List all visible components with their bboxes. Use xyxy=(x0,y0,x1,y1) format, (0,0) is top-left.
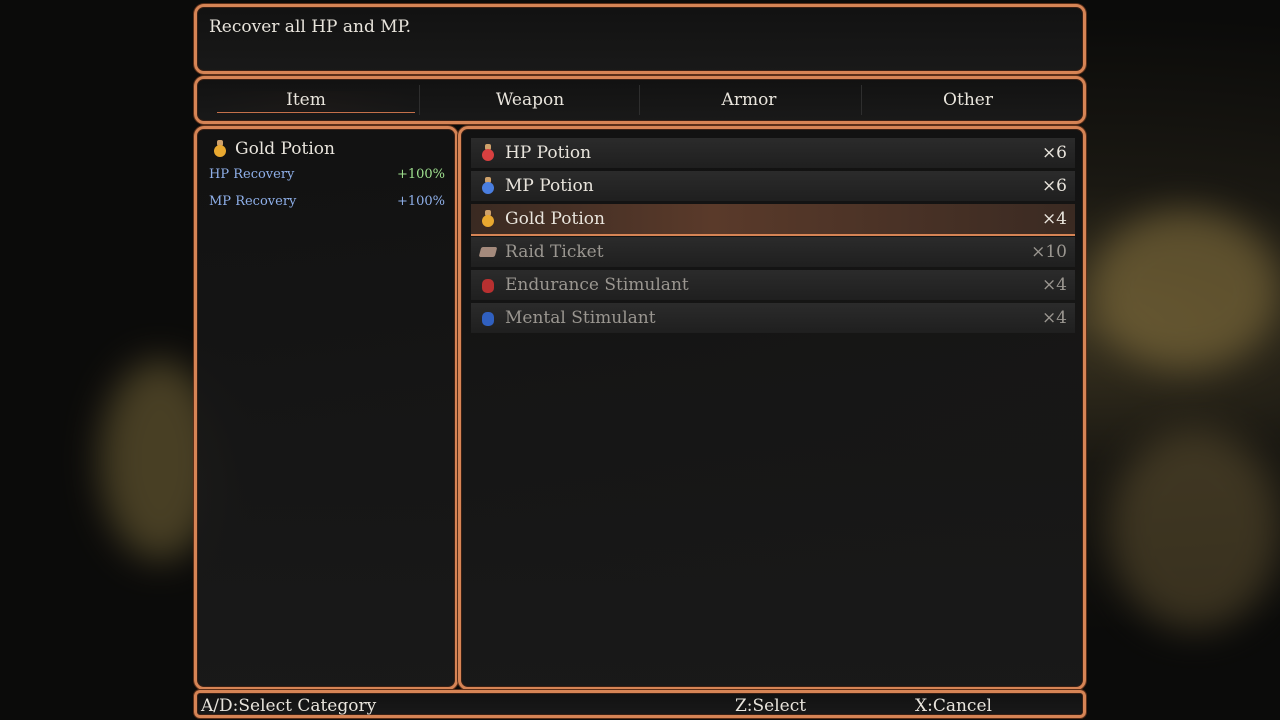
item-quantity: ×6 xyxy=(1041,143,1067,163)
item-name: Endurance Stimulant xyxy=(505,275,689,295)
tab-armor[interactable]: Armor xyxy=(640,79,858,121)
stat-label: HP Recovery xyxy=(209,167,295,182)
stat-row-mp: MP Recovery +100% xyxy=(209,194,445,209)
hint-cancel: X:Cancel xyxy=(915,696,992,716)
stimulant-bottle xyxy=(482,279,494,293)
potion-body xyxy=(482,215,494,227)
tab-label: Item xyxy=(286,90,326,110)
stat-value: +100% xyxy=(396,167,445,182)
background-blob xyxy=(1110,430,1280,630)
potion-body xyxy=(214,145,226,157)
tab-label: Other xyxy=(943,90,993,110)
item-name: MP Potion xyxy=(505,176,594,196)
tab-label: Armor xyxy=(721,90,777,110)
stat-row-hp: HP Recovery +100% xyxy=(209,167,445,182)
potion-body xyxy=(482,182,494,194)
tab-weapon[interactable]: Weapon xyxy=(421,79,639,121)
controls-hint-bar: A/D:Select Category Z:Select X:Cancel xyxy=(194,690,1086,718)
item-name: Raid Ticket xyxy=(505,242,604,262)
endurance-stimulant-icon xyxy=(479,276,497,294)
item-row-hp-potion[interactable]: HP Potion ×6 xyxy=(471,138,1075,168)
tab-item[interactable]: Item xyxy=(197,79,415,121)
item-row-raid-ticket[interactable]: Raid Ticket ×10 xyxy=(471,237,1075,267)
item-row-endurance-stimulant[interactable]: Endurance Stimulant ×4 xyxy=(471,270,1075,300)
hint-select: Z:Select xyxy=(735,696,807,716)
detail-title: Gold Potion xyxy=(211,139,335,159)
item-name: Gold Potion xyxy=(505,209,605,229)
item-quantity: ×10 xyxy=(1031,242,1067,262)
stat-label: MP Recovery xyxy=(209,194,297,209)
item-quantity: ×6 xyxy=(1041,176,1067,196)
item-quantity: ×4 xyxy=(1041,308,1067,328)
hint-select-category: A/D:Select Category xyxy=(201,696,377,716)
stimulant-bottle xyxy=(482,312,494,326)
background-blob xyxy=(1090,210,1280,370)
category-tabs: Item Weapon Armor Other xyxy=(194,76,1086,124)
item-row-mental-stimulant[interactable]: Mental Stimulant ×4 xyxy=(471,303,1075,333)
item-list-window: HP Potion ×6 MP Potion ×6 Gold Potion ×4… xyxy=(458,126,1086,690)
potion-body xyxy=(482,149,494,161)
stat-value: +100% xyxy=(396,194,445,209)
tab-label: Weapon xyxy=(495,90,565,110)
tab-divider xyxy=(419,85,420,115)
item-quantity: ×4 xyxy=(1041,275,1067,295)
item-quantity: ×4 xyxy=(1041,209,1067,229)
item-row-mp-potion[interactable]: MP Potion ×6 xyxy=(471,171,1075,201)
help-window: Recover all HP and MP. xyxy=(194,4,1086,74)
mental-stimulant-icon xyxy=(479,309,497,327)
raid-ticket-icon xyxy=(478,243,498,261)
item-detail-window: Gold Potion HP Recovery +100% MP Recover… xyxy=(194,126,458,690)
gold-potion-icon xyxy=(479,210,497,228)
detail-item-name: Gold Potion xyxy=(235,139,335,159)
ticket-shape xyxy=(478,247,498,257)
item-row-gold-potion[interactable]: Gold Potion ×4 xyxy=(471,204,1075,236)
gold-potion-icon xyxy=(211,140,229,158)
mp-potion-icon xyxy=(479,177,497,195)
item-name: HP Potion xyxy=(505,143,592,163)
help-text: Recover all HP and MP. xyxy=(209,17,412,37)
item-name: Mental Stimulant xyxy=(505,308,656,328)
hp-potion-icon xyxy=(479,144,497,162)
tab-other[interactable]: Other xyxy=(859,79,1077,121)
